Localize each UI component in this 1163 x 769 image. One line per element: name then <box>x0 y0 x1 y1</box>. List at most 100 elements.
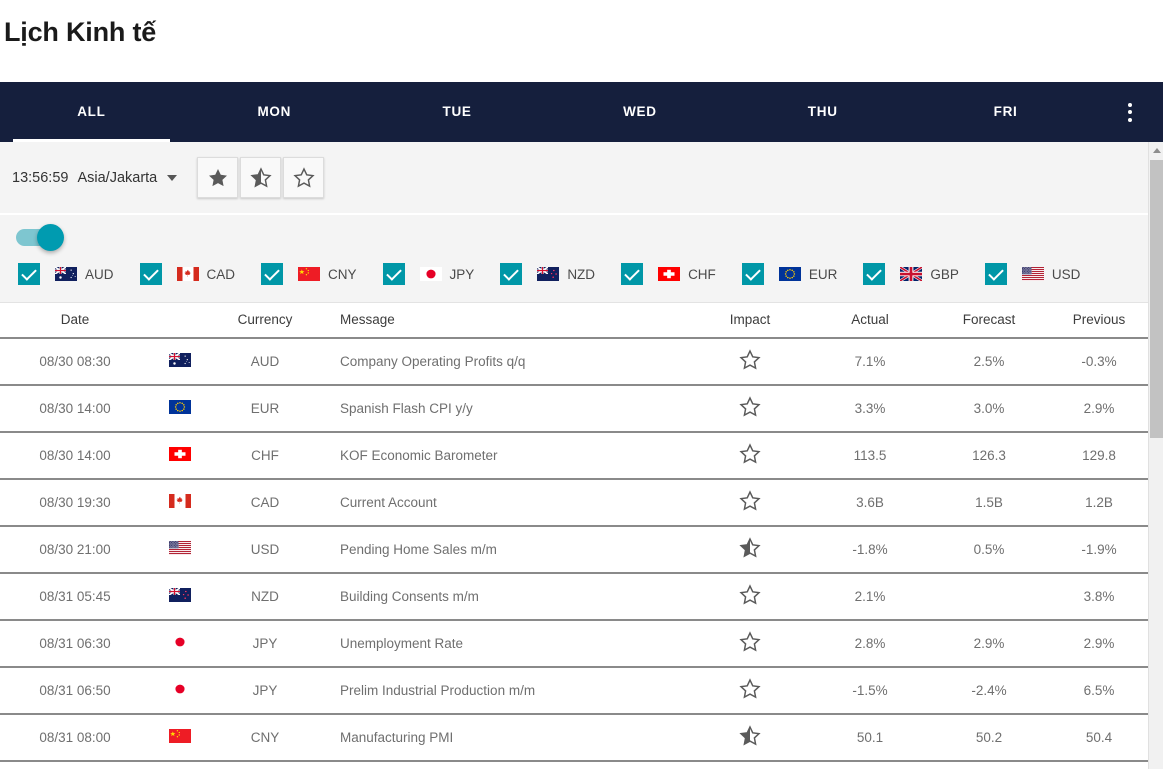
column-header-date[interactable]: Date <box>0 303 150 339</box>
tab-tue[interactable]: TUE <box>366 82 549 142</box>
chevron-down-icon[interactable] <box>167 174 178 181</box>
cell-actual: -1.8% <box>810 526 930 574</box>
checkbox-nzd[interactable] <box>500 263 523 285</box>
impact-filter-medium-button[interactable] <box>240 157 282 198</box>
flag-switzerland <box>169 447 191 464</box>
cell-impact[interactable] <box>690 761 810 769</box>
scrollbar-thumb[interactable] <box>1150 160 1163 438</box>
currency-label: GBP <box>930 266 959 282</box>
cell-date: 08/30 14:00 <box>0 385 150 433</box>
currency-filter-usd[interactable]: USD <box>984 263 1080 285</box>
cell-actual: 113.5 <box>810 432 930 480</box>
cell-forecast: 3.0% <box>930 385 1048 433</box>
currency-filter-cad[interactable]: CAD <box>139 263 235 285</box>
cell-currency: USD <box>210 526 320 574</box>
checkbox-gbp[interactable] <box>863 263 886 285</box>
checkbox-chf[interactable] <box>621 263 644 285</box>
column-header-actual[interactable]: Actual <box>810 303 930 339</box>
checkbox-usd[interactable] <box>984 263 1007 285</box>
cell-impact[interactable] <box>690 479 810 527</box>
currency-filter-cny[interactable]: CNY <box>261 263 357 285</box>
cell-impact[interactable] <box>690 432 810 480</box>
currency-filter-aud[interactable]: AUD <box>18 263 114 285</box>
column-header-currency[interactable]: Currency <box>210 303 320 339</box>
checkbox-eur[interactable] <box>741 263 764 285</box>
cell-currency: NZD <box>210 761 320 769</box>
cell-impact[interactable] <box>690 526 810 574</box>
cell-forecast: 2.5% <box>930 338 1048 386</box>
currency-filter-chf[interactable]: CHF <box>621 263 716 285</box>
timezone-selector[interactable]: Asia/Jakarta <box>77 170 157 186</box>
clock-display: 13:56:59 <box>12 169 69 186</box>
scroll-up-arrow-icon[interactable] <box>1149 142 1163 158</box>
cell-forecast: 126.3 <box>930 432 1048 480</box>
table-row[interactable]: 08/30 14:00 EUR Spanish Flash CPI y/y 3.3%… <box>0 385 1148 433</box>
cell-forecast: 1.5B <box>930 479 1048 527</box>
cell-forecast: 50.2 <box>930 714 1048 762</box>
kebab-menu-icon[interactable] <box>1097 82 1163 142</box>
table-row[interactable]: 08/30 21:00 USD Pending Home Sales m/m -1.… <box>0 526 1148 574</box>
tab-fri[interactable]: FRI <box>914 82 1097 142</box>
impact-filter-low-button[interactable] <box>283 157 325 198</box>
cell-impact[interactable] <box>690 620 810 668</box>
currency-label: EUR <box>808 266 838 282</box>
currency-filter-gbp[interactable]: GBP <box>863 263 959 285</box>
cell-flag <box>150 620 210 668</box>
tab-wed[interactable]: WED <box>548 82 731 142</box>
checkbox-jpy[interactable] <box>382 263 405 285</box>
cell-impact[interactable] <box>690 714 810 762</box>
table-row[interactable]: 08/31 08:00 CNY Manufacturing PMI 50.1 50.2… <box>0 714 1148 762</box>
cell-flag <box>150 526 210 574</box>
cell-impact[interactable] <box>690 573 810 621</box>
cell-date: 08/30 08:30 <box>0 338 150 386</box>
cell-impact[interactable] <box>690 385 810 433</box>
currency-filter-jpy[interactable]: JPY <box>382 263 474 285</box>
cell-message: Spanish Flash CPI y/y <box>320 385 690 433</box>
checkbox-cny[interactable] <box>261 263 284 285</box>
table-row[interactable]: 08/31 05:45 NZD Building Consents m/m 2.1%… <box>0 573 1148 621</box>
cell-impact[interactable] <box>690 667 810 715</box>
checkbox-aud[interactable] <box>18 263 40 285</box>
column-header-flag <box>150 303 210 339</box>
impact-filter-high-button[interactable] <box>197 157 239 198</box>
table-row[interactable]: 08/31 08:00 NZDANZ Business Confidence -1… <box>0 761 1148 769</box>
column-header-impact[interactable]: Impact <box>690 303 810 339</box>
flag-china <box>298 267 321 281</box>
flag-united-states <box>1021 267 1044 281</box>
checkbox-cad[interactable] <box>139 263 162 285</box>
cell-currency: JPY <box>210 620 320 668</box>
currency-filter-nzd[interactable]: NZD <box>500 263 595 285</box>
cell-previous: 2.9% <box>1048 620 1148 668</box>
tab-all[interactable]: ALL <box>0 82 183 142</box>
table-row[interactable]: 08/30 19:30 CAD Current Account 3.6B 1.5B 1.… <box>0 479 1148 527</box>
flag-japan <box>419 267 442 281</box>
star-empty-icon <box>739 584 761 605</box>
column-header-forecast[interactable]: Forecast <box>930 303 1048 339</box>
star-empty-icon <box>739 443 761 464</box>
table-row[interactable]: 08/31 06:50 JPY Prelim Industrial Producti… <box>0 667 1148 715</box>
cell-message: Manufacturing PMI <box>320 714 690 762</box>
table-row[interactable]: 08/31 06:30 JPY Unemployment Rate 2.8% 2.9% 2… <box>0 620 1148 668</box>
table-row[interactable]: 08/30 14:00 CHF KOF Economic Barometer 113… <box>0 432 1148 480</box>
cell-forecast <box>930 761 1048 769</box>
cell-date: 08/31 05:45 <box>0 573 150 621</box>
tab-bar: ALL MON TUE WED THU FRI <box>0 82 1163 142</box>
currency-filter-eur[interactable]: EUR <box>741 263 838 285</box>
cell-previous: -0.3% <box>1048 338 1148 386</box>
currency-label: NZD <box>567 266 596 282</box>
table-row[interactable]: 08/30 08:30 AUD Company Operating Profits… <box>0 338 1148 386</box>
flag-canada <box>169 494 191 511</box>
column-header-previous[interactable]: Previous <box>1048 303 1148 339</box>
flag-united-states <box>169 541 191 558</box>
cell-currency: JPY <box>210 667 320 715</box>
column-header-message[interactable]: Message <box>320 303 690 339</box>
vertical-scrollbar[interactable] <box>1148 142 1163 769</box>
tab-thu[interactable]: THU <box>731 82 914 142</box>
currency-filter-toggle[interactable] <box>16 224 64 251</box>
kebab-dot <box>1127 102 1132 107</box>
flag-china <box>169 729 191 746</box>
cell-impact[interactable] <box>690 338 810 386</box>
tab-mon[interactable]: MON <box>183 82 366 142</box>
impact-filter-group <box>197 157 325 198</box>
cell-flag <box>150 573 210 621</box>
